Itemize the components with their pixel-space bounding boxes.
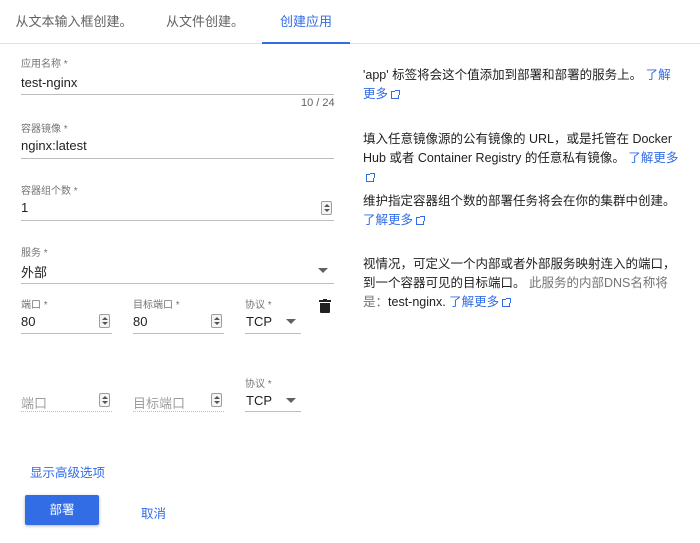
pods-input[interactable]: 1 <box>21 200 28 215</box>
external-link-icon <box>416 216 426 225</box>
app-name-help-text: 'app' 标签将会这个值添加到部署和部署的服务上。 <box>363 68 643 82</box>
dns-name: test-nginx. <box>388 295 446 309</box>
port-input-2[interactable]: 端口 <box>21 393 47 412</box>
chevron-down-icon[interactable] <box>286 319 296 324</box>
protocol-underline-2 <box>245 411 301 412</box>
target-port-input[interactable]: 80 <box>133 314 147 329</box>
external-link-icon <box>502 298 512 307</box>
target-port-label: 目标端口 * <box>133 300 180 311</box>
port-input[interactable]: 80 <box>21 314 35 329</box>
service-underline <box>21 283 334 284</box>
target-port-stepper-2[interactable] <box>211 393 222 407</box>
protocol-label-2: 协议 * <box>245 379 272 390</box>
app-name-help: 'app' 标签将会这个值添加到部署和部署的服务上。 了解更多 <box>363 66 681 104</box>
app-name-underline <box>21 94 334 95</box>
learn-more-link[interactable]: 了解更多 <box>363 213 426 227</box>
show-advanced-options-button[interactable]: 显示高级选项 <box>30 462 105 481</box>
image-underline <box>21 158 334 159</box>
deploy-button[interactable]: 部署 <box>25 495 99 525</box>
target-port-input-2[interactable]: 目标端口 <box>133 393 185 412</box>
target-port-underline-2 <box>133 411 224 412</box>
delete-icon[interactable] <box>319 299 331 313</box>
cancel-button[interactable]: 取消 <box>141 503 166 522</box>
app-name-counter: 10 / 24 <box>301 97 335 109</box>
image-help: 填入任意镜像源的公有镜像的 URL，或是托管在 Docker Hub 或者 Co… <box>363 130 681 187</box>
pods-help-text: 维护指定容器组个数的部署任务将会在你的集群中创建。 <box>363 194 676 208</box>
image-help-text: 填入任意镜像源的公有镜像的 URL，或是托管在 Docker Hub 或者 Co… <box>363 132 673 165</box>
target-port-stepper[interactable] <box>211 314 222 328</box>
image-label: 容器镜像 * <box>21 124 68 135</box>
app-name-label: 应用名称 * <box>21 59 68 70</box>
pods-underline <box>21 220 334 221</box>
app-name-input[interactable]: test-nginx <box>21 75 77 90</box>
port-label: 端口 * <box>21 300 48 311</box>
protocol-select[interactable]: TCP <box>246 314 272 329</box>
external-link-icon <box>391 90 401 99</box>
pods-stepper[interactable] <box>321 201 332 215</box>
tab-from-text[interactable]: 从文本输入框创建。 <box>12 0 136 44</box>
port-underline-2 <box>21 411 112 412</box>
port-underline <box>21 333 112 334</box>
service-help: 视情况，可定义一个内部或者外部服务映射连入的端口，到一个容器可见的目标端口。 此… <box>363 255 681 312</box>
pods-help: 维护指定容器组个数的部署任务将会在你的集群中创建。 了解更多 <box>363 192 681 230</box>
pods-label: 容器组个数 * <box>21 186 78 197</box>
learn-more-link[interactable]: 了解更多 <box>449 295 512 309</box>
external-link-icon <box>366 173 375 182</box>
tab-create-app[interactable]: 创建应用 <box>262 0 350 44</box>
tab-bar: 从文本输入框创建。 从文件创建。 创建应用 <box>0 0 700 44</box>
protocol-underline <box>245 333 301 334</box>
service-select[interactable]: 外部 <box>21 262 47 281</box>
port-stepper[interactable] <box>99 314 110 328</box>
port-stepper-2[interactable] <box>99 393 110 407</box>
target-port-underline <box>133 333 224 334</box>
tab-from-file[interactable]: 从文件创建。 <box>160 0 250 44</box>
chevron-down-icon[interactable] <box>318 268 328 273</box>
service-label: 服务 * <box>21 248 48 259</box>
image-input[interactable]: nginx:latest <box>21 138 87 153</box>
chevron-down-icon[interactable] <box>286 398 296 403</box>
protocol-select-2[interactable]: TCP <box>246 393 272 408</box>
protocol-label: 协议 * <box>245 300 272 311</box>
